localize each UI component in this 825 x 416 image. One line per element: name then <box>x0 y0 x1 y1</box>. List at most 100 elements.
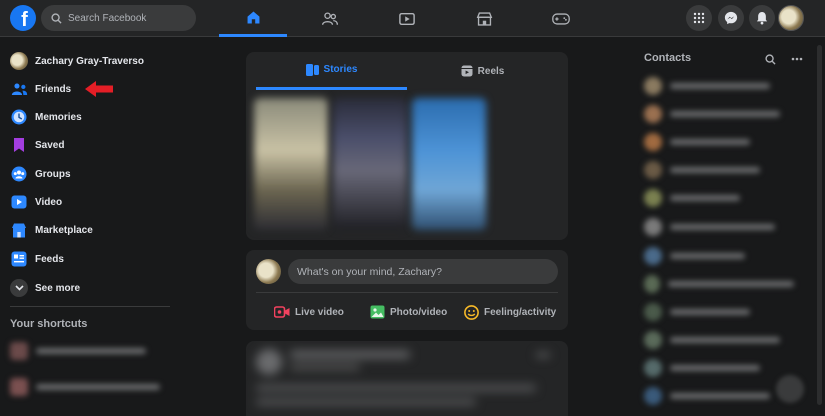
contact-item[interactable] <box>644 189 794 207</box>
tab-friends[interactable] <box>296 0 364 37</box>
tab-reels[interactable]: Reels <box>407 52 558 90</box>
sidebar-item-label: Memories <box>35 111 82 123</box>
facebook-logo[interactable]: f <box>10 5 36 31</box>
tab-watch[interactable] <box>373 0 441 37</box>
menu-button[interactable] <box>686 5 712 31</box>
contacts-heading: Contacts <box>644 52 692 64</box>
shortcut-item[interactable] <box>10 378 160 396</box>
top-navigation-bar: f <box>0 0 825 37</box>
smiley-icon <box>464 304 479 320</box>
feeds-icon <box>11 251 27 267</box>
marketplace-icon <box>12 223 26 237</box>
profile-name: Zachary Gray-Traverso <box>35 55 144 67</box>
contacts-options-button[interactable] <box>790 52 804 66</box>
tab-marketplace[interactable] <box>450 0 518 37</box>
tab-home[interactable] <box>219 0 287 37</box>
see-more-button[interactable]: See more <box>10 275 170 301</box>
sidebar-profile[interactable]: Zachary Gray-Traverso <box>10 48 170 74</box>
marketplace-icon <box>476 11 492 26</box>
sidebar-item-friends[interactable]: Friends <box>10 76 170 102</box>
sidebar-item-feeds[interactable]: Feeds <box>10 246 170 272</box>
left-sidebar: Zachary Gray-Traverso Friends Memories S… <box>0 37 180 416</box>
contact-item[interactable] <box>644 218 794 236</box>
avatar <box>10 52 28 70</box>
story-card[interactable] <box>412 98 486 230</box>
contact-item[interactable] <box>644 247 794 265</box>
contacts-search-button[interactable] <box>763 52 777 66</box>
friends-icon <box>321 11 339 25</box>
home-icon <box>247 11 259 23</box>
notifications-button[interactable] <box>749 5 775 31</box>
divider <box>10 306 170 307</box>
sidebar-item-saved[interactable]: Saved <box>10 132 170 158</box>
feed-post <box>246 341 568 416</box>
bell-icon <box>756 12 768 25</box>
contact-item[interactable] <box>644 77 794 95</box>
chevron-down-icon <box>10 279 28 297</box>
sidebar-item-label: Marketplace <box>35 224 93 236</box>
tab-stories[interactable]: Stories <box>256 52 407 90</box>
search-icon <box>764 53 776 65</box>
blurred-post-content <box>246 341 568 416</box>
contact-item[interactable] <box>644 303 794 321</box>
button-label: Live video <box>295 306 344 318</box>
tab-label: Stories <box>323 64 358 75</box>
feeling-activity-button[interactable]: Feeling/activity <box>464 300 556 324</box>
stories-icon <box>305 63 319 76</box>
photo-icon <box>370 305 385 319</box>
story-card[interactable] <box>254 98 328 230</box>
search-box[interactable] <box>41 5 196 31</box>
sidebar-item-video[interactable]: Video <box>10 189 170 215</box>
saved-icon <box>14 138 24 152</box>
sidebar-item-label: Video <box>35 196 63 208</box>
live-video-button[interactable]: Live video <box>274 300 344 324</box>
profile-avatar[interactable] <box>778 5 804 31</box>
more-options-icon <box>791 57 803 61</box>
contact-item[interactable] <box>644 133 794 151</box>
live-video-icon <box>274 306 290 318</box>
composer-input[interactable]: What's on your mind, Zachary? <box>288 259 558 284</box>
composer-placeholder: What's on your mind, Zachary? <box>297 265 442 278</box>
sidebar-item-groups[interactable]: Groups <box>10 161 170 187</box>
sidebar-item-memories[interactable]: Memories <box>10 104 170 130</box>
tab-label: Reels <box>477 65 505 77</box>
story-card[interactable] <box>333 98 407 230</box>
button-label: Photo/video <box>390 306 448 318</box>
contact-item[interactable] <box>644 387 794 405</box>
button-label: Feeling/activity <box>484 306 557 318</box>
messenger-icon <box>724 11 738 25</box>
divider <box>256 292 558 293</box>
gaming-icon <box>552 12 570 25</box>
post-composer: What's on your mind, Zachary? Live video… <box>246 250 568 330</box>
watch-icon <box>399 12 415 25</box>
reels-icon <box>461 65 473 77</box>
contact-item[interactable] <box>644 105 794 123</box>
sidebar-item-marketplace[interactable]: Marketplace <box>10 217 170 243</box>
video-icon <box>11 195 27 209</box>
contact-item[interactable] <box>644 359 794 377</box>
shortcut-item[interactable] <box>10 342 160 360</box>
groups-icon <box>11 166 27 182</box>
sidebar-item-label: Feeds <box>35 253 64 265</box>
sidebar-item-label: Groups <box>35 168 71 180</box>
scrollbar[interactable] <box>817 45 822 405</box>
search-icon <box>51 12 62 24</box>
contact-item[interactable] <box>644 331 794 349</box>
red-arrow-annotation <box>85 81 114 97</box>
see-more-label: See more <box>35 282 81 294</box>
messenger-button[interactable] <box>718 5 744 31</box>
new-message-button[interactable] <box>776 375 804 403</box>
friends-icon <box>11 83 27 95</box>
stories-card: Stories Reels <box>246 52 568 240</box>
memories-icon <box>11 109 27 125</box>
contact-item[interactable] <box>644 161 794 179</box>
sidebar-item-label: Friends <box>35 83 72 95</box>
sidebar-item-label: Saved <box>35 139 65 151</box>
avatar <box>256 259 281 284</box>
shortcuts-heading: Your shortcuts <box>10 318 88 330</box>
search-input[interactable] <box>68 12 188 24</box>
menu-grid-icon <box>693 12 705 24</box>
tab-gaming[interactable] <box>527 0 595 37</box>
contact-item[interactable] <box>644 275 794 293</box>
photo-video-button[interactable]: Photo/video <box>370 300 447 324</box>
